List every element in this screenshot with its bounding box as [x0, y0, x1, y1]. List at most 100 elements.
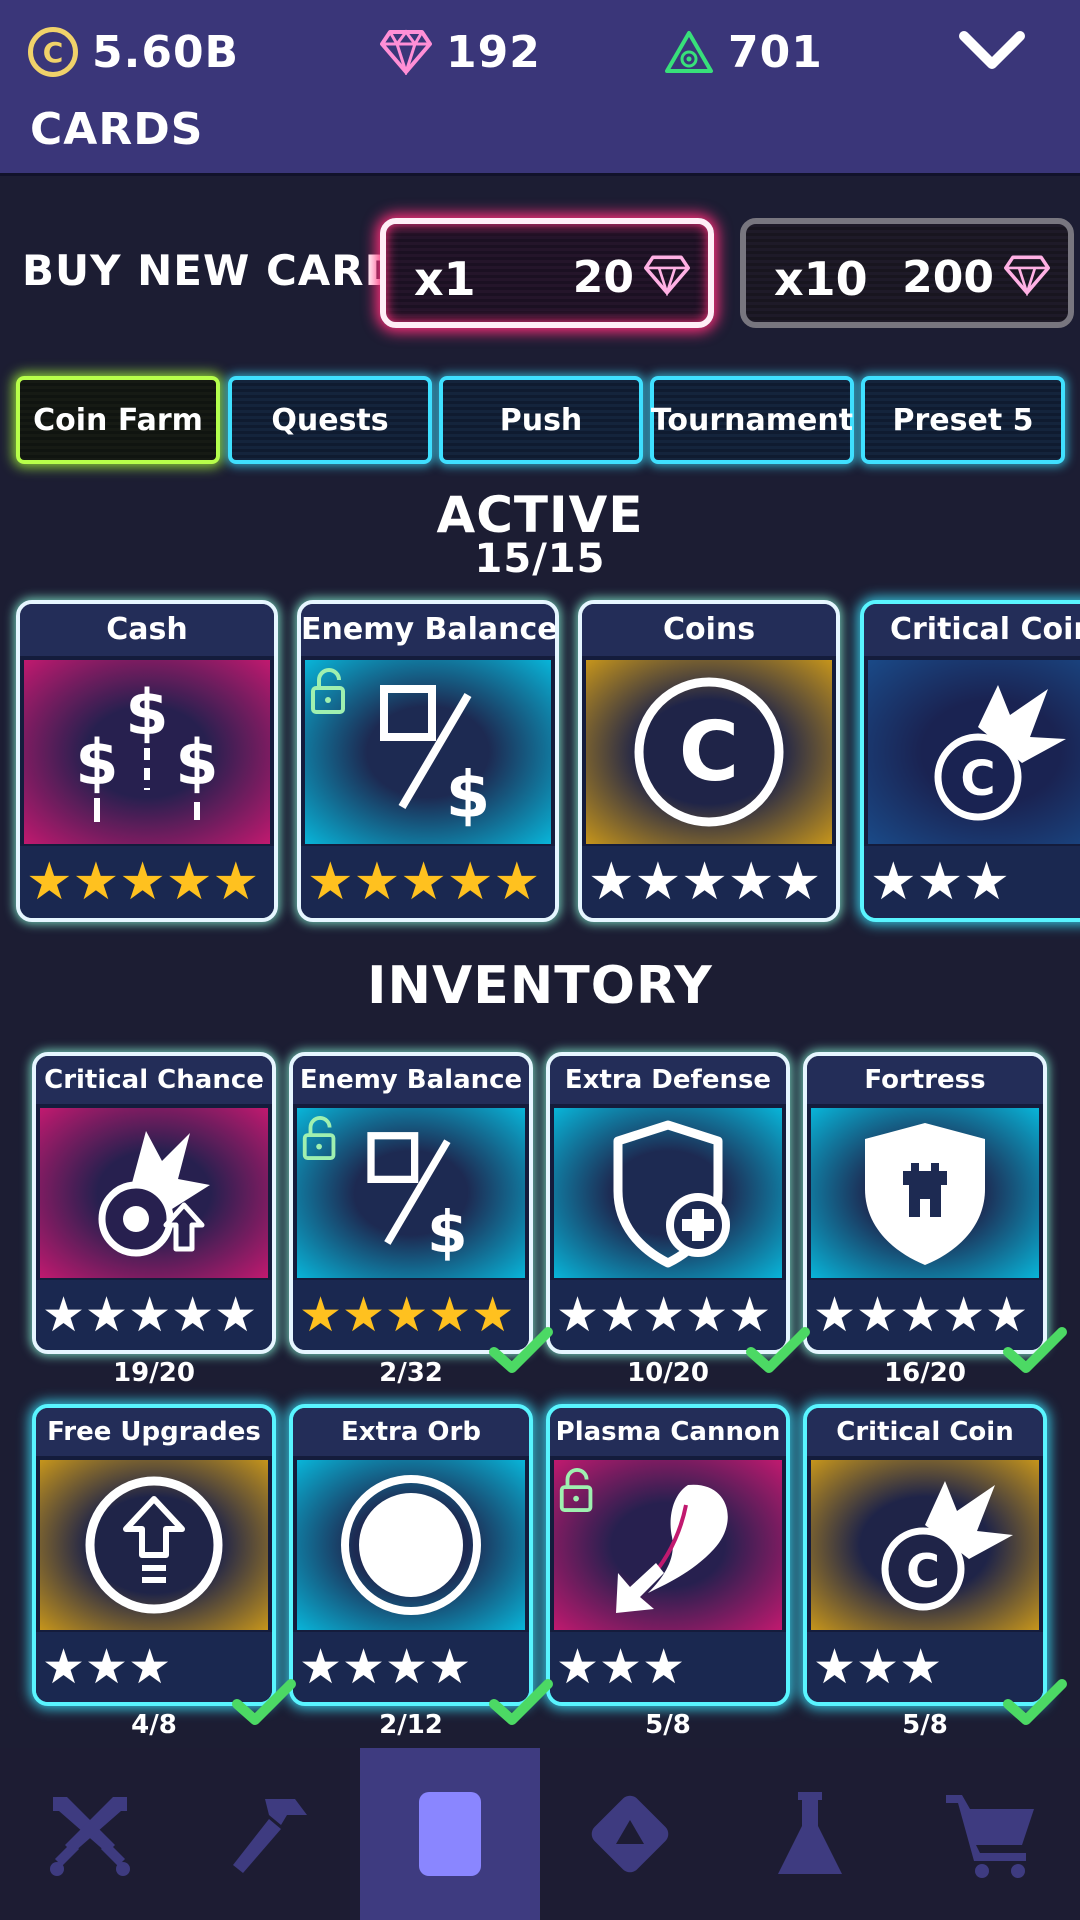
crossed-swords-icon [50, 1797, 130, 1876]
star-icon: ★ [642, 1287, 686, 1343]
extra-defense-icon [554, 1108, 782, 1278]
star-icon: ★ [599, 1639, 643, 1695]
inventory-card[interactable]: Plasma Cannon ★ ★ ★ [546, 1404, 790, 1706]
star-icon: ★ [446, 852, 494, 912]
nav-shop[interactable] [900, 1748, 1080, 1920]
gem-icon [380, 29, 432, 75]
tab-push[interactable]: Push [439, 376, 643, 464]
card-name: Free Upgrades [36, 1408, 272, 1456]
equipped-check-icon [232, 1679, 296, 1725]
card-name: Critical Coin [864, 604, 1080, 656]
card-icon [419, 1792, 481, 1876]
star-icon: ★ [42, 1287, 86, 1343]
top-bar: C 5.60B 192 701 CARDS [0, 0, 1080, 176]
nav-modules[interactable] [540, 1748, 720, 1920]
star-icon: ★ [916, 852, 964, 912]
star-icon: ★ [307, 852, 354, 912]
tab-preset-5[interactable]: Preset 5 [861, 376, 1065, 464]
unlock-icon [311, 668, 345, 714]
card-name: Cash [20, 604, 274, 656]
nav-cards[interactable] [360, 1748, 540, 1920]
star-icon: ★ [128, 1639, 172, 1695]
star-icon: ★ [342, 1639, 386, 1695]
star-icon: ★ [385, 1639, 429, 1695]
coin-icon: C [28, 27, 78, 77]
coins-card-icon: C [586, 660, 832, 844]
inventory-card[interactable]: Critical Chance ★ ★ ★ ★ ★ [32, 1052, 276, 1354]
flask-icon [778, 1792, 842, 1874]
nav-battle[interactable] [0, 1748, 180, 1920]
buy-cost: 200 [902, 252, 994, 303]
free-upgrades-icon [40, 1460, 268, 1630]
star-icon: ★ [556, 1639, 600, 1695]
star-rating: ★ ★ ★ ★ ★ [20, 846, 274, 918]
star-icon: ★ [428, 1287, 472, 1343]
cart-icon [946, 1795, 1034, 1878]
card-name: Enemy Balance [293, 1056, 529, 1104]
star-icon: ★ [165, 852, 213, 912]
svg-text:C: C [906, 1544, 940, 1598]
inventory-card[interactable]: Enemy Balance $ ★ ★ ★ ★ ★ [289, 1052, 533, 1354]
inventory-card[interactable]: Free Upgrades ★ ★ ★ [32, 1404, 276, 1706]
active-card[interactable]: Cash $ $ $ ★ ★ ★ ★ ★ [16, 600, 278, 922]
gem-icon [1004, 255, 1050, 296]
equipped-check-icon [489, 1327, 553, 1373]
star-icon: ★ [171, 1287, 215, 1343]
svg-text:C: C [679, 705, 739, 800]
medals-counter: 701 [664, 22, 823, 82]
card-name: Extra Orb [293, 1408, 529, 1456]
inventory-card[interactable]: Extra Defense ★ ★ ★ ★ ★ [546, 1052, 790, 1354]
active-count: 15/15 [474, 536, 606, 582]
star-icon: ★ [556, 1287, 600, 1343]
inventory-card[interactable]: Extra Orb ★ ★ ★ ★ [289, 1404, 533, 1706]
medal-triangle-icon [665, 31, 713, 73]
star-rating: ★ ★ ★ ★ ★ [582, 846, 836, 918]
star-icon: ★ [942, 1287, 986, 1343]
tab-tournament[interactable]: Tournament [650, 376, 854, 464]
chevron-down-icon [959, 31, 1025, 69]
star-icon: ★ [212, 852, 260, 912]
critical-coin-icon: C [811, 1460, 1039, 1630]
nav-workshop[interactable] [180, 1748, 360, 1920]
star-icon: ★ [342, 1287, 386, 1343]
collapse-button[interactable] [952, 24, 1032, 80]
buy-x1-button[interactable]: x1 20 [380, 218, 714, 328]
star-icon: ★ [85, 1639, 129, 1695]
gem-icon [644, 255, 690, 296]
star-icon: ★ [428, 1639, 472, 1695]
star-icon: ★ [813, 1287, 857, 1343]
buy-x10-button[interactable]: x10 200 [740, 218, 1074, 328]
inventory-card[interactable]: Fortress ★ ★ ★ ★ ★ [803, 1052, 1047, 1354]
inventory-heading: INVENTORY [367, 956, 713, 1016]
equipped-check-icon [1003, 1327, 1067, 1373]
card-count: 5/8 [645, 1710, 691, 1740]
active-card[interactable]: Critical Coin C ★ ★ ★ [860, 600, 1080, 922]
star-icon: ★ [493, 852, 541, 912]
coins-counter: C 5.60B [28, 22, 239, 82]
star-icon: ★ [599, 1287, 643, 1343]
star-icon: ★ [899, 1639, 943, 1695]
star-icon: ★ [26, 852, 73, 912]
active-card[interactable]: Coins C ★ ★ ★ ★ ★ [578, 600, 840, 922]
star-icon: ★ [128, 1287, 172, 1343]
nav-labs[interactable] [720, 1748, 900, 1920]
critical-chance-icon [40, 1108, 268, 1278]
tab-quests[interactable]: Quests [228, 376, 432, 464]
star-icon: ★ [85, 1287, 129, 1343]
star-icon: ★ [856, 1639, 900, 1695]
star-rating: ★ ★ ★ [864, 846, 1080, 918]
star-icon: ★ [963, 852, 1010, 912]
unlock-icon [302, 1116, 336, 1160]
tab-coin-farm[interactable]: Coin Farm [16, 376, 220, 464]
star-rating: ★ ★ ★ ★ ★ [36, 1280, 272, 1350]
active-card[interactable]: Enemy Balance $ ★ ★ ★ ★ ★ [297, 600, 559, 922]
card-name: Critical Coin [807, 1408, 1043, 1456]
card-name: Fortress [807, 1056, 1043, 1104]
star-icon: ★ [813, 1639, 857, 1695]
buy-new-card-label: BUY NEW CARD [22, 246, 401, 295]
star-icon: ★ [899, 1287, 943, 1343]
buy-qty: x10 [774, 252, 868, 306]
inventory-card[interactable]: Critical Coin C ★ ★ ★ [803, 1404, 1047, 1706]
critical-coin-icon: C [868, 660, 1080, 844]
star-icon: ★ [642, 1639, 686, 1695]
